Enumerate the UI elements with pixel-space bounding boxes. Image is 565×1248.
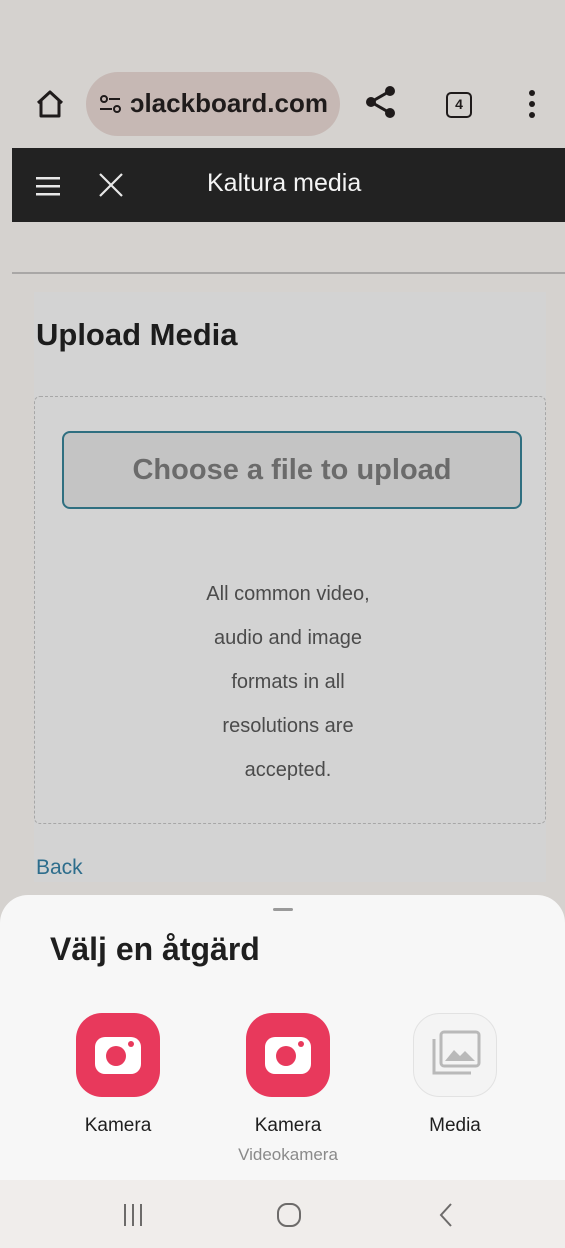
- home-circle-icon[interactable]: [272, 1198, 306, 1232]
- browser-toolbar: ɔlackboard.com 4: [0, 60, 565, 148]
- app-subtitle: Videokamera: [238, 1145, 338, 1164]
- app-label: Kamera: [254, 1115, 322, 1136]
- formats-info: All common video, audio and image format…: [152, 572, 424, 792]
- formats-line: audio and image: [214, 627, 362, 649]
- formats-line: All common video,: [206, 583, 370, 605]
- formats-line: resolutions are: [222, 715, 354, 737]
- hamburger-icon[interactable]: [36, 176, 60, 196]
- kaltura-header: Kaltura media: [12, 148, 565, 222]
- app-label: Media: [429, 1115, 481, 1136]
- home-icon[interactable]: [28, 82, 72, 126]
- camera-icon: [76, 1013, 160, 1097]
- system-navbar: [0, 1180, 565, 1248]
- recents-icon[interactable]: [116, 1198, 150, 1232]
- page-title: Kaltura media: [207, 169, 362, 197]
- back-icon[interactable]: [430, 1198, 464, 1232]
- app-label: Kamera: [84, 1115, 152, 1136]
- sheet-handle[interactable]: [273, 908, 293, 911]
- upload-page: Upload Media Choose a file to upload All…: [12, 222, 565, 922]
- status-bar: [0, 0, 565, 60]
- tune-icon[interactable]: [96, 91, 126, 117]
- formats-line: accepted.: [244, 759, 332, 781]
- camera-icon: [246, 1013, 330, 1097]
- tabs-icon[interactable]: 4: [446, 92, 472, 118]
- app-option-videokamera[interactable]: Kamera Videokamera: [213, 1013, 363, 1165]
- address-bar[interactable]: ɔlackboard.com: [86, 72, 340, 136]
- gallery-icon: [413, 1013, 497, 1097]
- back-link[interactable]: Back: [36, 856, 83, 880]
- close-icon[interactable]: [96, 170, 126, 200]
- action-sheet: Välj en åtgärd Kamera Kamera Videokamera…: [0, 895, 565, 1180]
- formats-line: formats in all: [231, 671, 345, 693]
- more-vert-icon[interactable]: [522, 84, 542, 124]
- sheet-title: Välj en åtgärd: [50, 931, 260, 967]
- app-option-media[interactable]: Media: [380, 1013, 530, 1137]
- app-option-kamera[interactable]: Kamera: [43, 1013, 193, 1137]
- choose-file-button[interactable]: Choose a file to upload: [62, 431, 522, 509]
- url-text: ɔlackboard.com: [130, 88, 328, 118]
- share-icon[interactable]: [364, 82, 398, 122]
- upload-heading: Upload Media: [36, 317, 238, 352]
- divider: [12, 272, 565, 274]
